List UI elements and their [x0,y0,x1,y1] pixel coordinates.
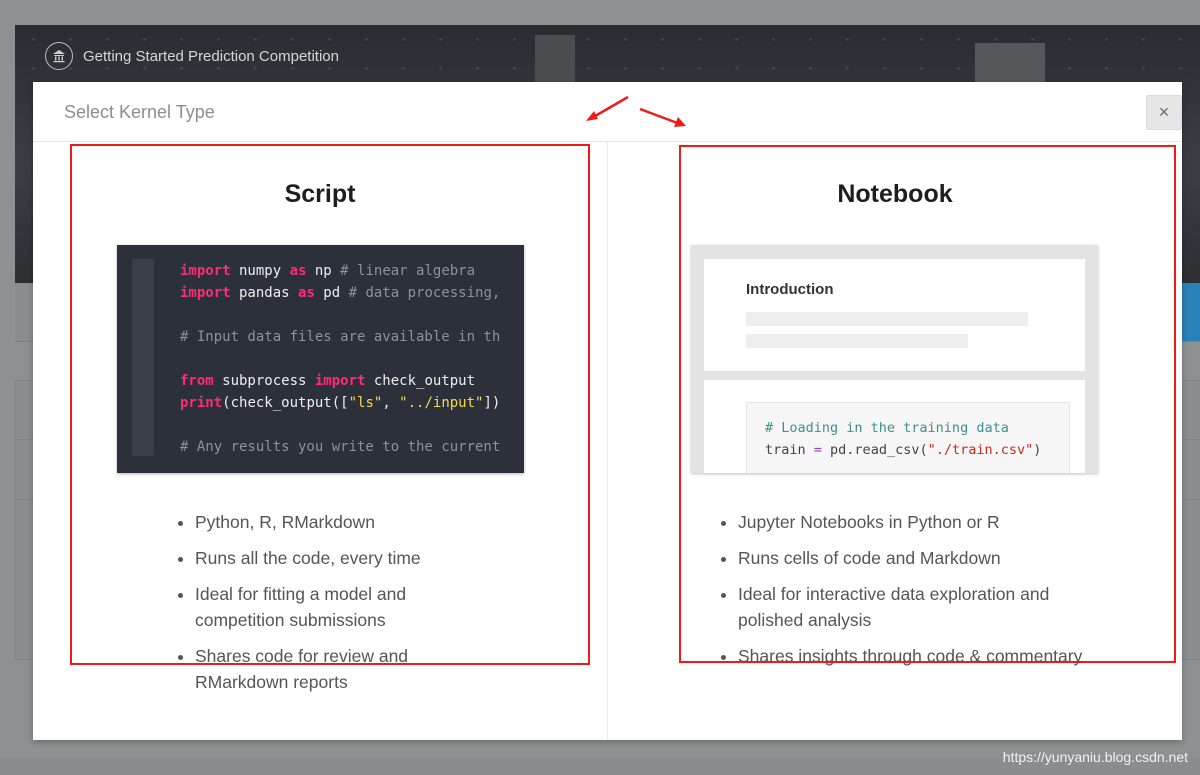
notebook-intro-heading: Introduction [746,281,834,298]
close-icon: × [1158,102,1170,122]
code-token: # Any results you write to the current [180,439,501,455]
notebook-code-cell: # Loading in the training data train = pd… [704,380,1085,473]
watermark-text: https://yunyaniu.blog.csdn.net [1002,749,1188,765]
code-line: # Input data files are available in th [180,326,500,348]
code-token: pd [314,285,349,301]
feature-item: Shares insights through code & commentar… [738,643,1098,669]
code-token: subprocess [213,373,315,389]
notebook-title: Notebook [837,180,953,208]
competition-type-text: Getting Started Prediction Competition [83,47,339,65]
code-token: check_output [365,373,476,389]
code-token: # Input data files are available in th [180,329,501,345]
notebook-markdown-cell: Introduction [704,259,1085,371]
code-token: # data processing, [348,285,501,301]
feature-item: Shares code for review and RMarkdown rep… [195,643,485,695]
code-line: print(check_output(["ls", "../input"]) [180,392,500,414]
code-token: import [314,373,366,389]
code-token: from [180,373,214,389]
code-token: = [813,442,822,458]
feature-item: Jupyter Notebooks in Python or R [738,509,1098,535]
script-code-block: import numpy as np # linear algebra impor… [180,260,500,458]
code-token: import [180,285,231,301]
select-kernel-type-modal: Select Kernel Type × Script import numpy… [33,82,1182,740]
code-line: import pandas as pd # data processing, [180,282,500,304]
code-token: print [180,395,223,411]
modal-title: Select Kernel Type [64,102,215,122]
notebook-code-box: # Loading in the training data train = pd… [746,402,1070,473]
background-action-button [1182,283,1200,341]
code-token: ]) [483,395,501,411]
code-token: as [289,263,307,279]
code-token: (check_output([ [222,395,349,411]
code-line: # Any results you write to the current [180,436,500,458]
code-token: "../input" [399,395,484,411]
code-line: from subprocess import check_output [180,370,500,392]
code-line: # Loading in the training data [765,417,1041,439]
code-token: ) [1033,442,1042,458]
code-token: # linear algebra [340,263,476,279]
code-token: "./train.csv" [927,442,1034,458]
feature-item: Ideal for interactive data exploration a… [738,581,1098,633]
code-token: import [180,263,231,279]
feature-item: Ideal for fitting a model and competitio… [195,581,485,633]
code-gutter [132,259,154,456]
code-token: "ls" [348,395,383,411]
placeholder-text-line [746,312,1028,326]
code-token: as [298,285,315,301]
notebook-preview: Introduction # Loading in the training d… [691,245,1098,473]
notebook-option[interactable]: Notebook Introduction # Loading in the t… [608,142,1182,740]
script-option[interactable]: Script import numpy as np # linear algeb… [33,142,607,740]
feature-item: Runs cells of code and Markdown [738,545,1098,571]
script-code-preview: import numpy as np # linear algebra impor… [117,245,524,473]
code-token: pd.read_csv( [821,442,928,458]
modal-header: Select Kernel Type × [33,82,1182,142]
close-button[interactable]: × [1146,95,1182,130]
code-token: numpy [230,263,290,279]
code-token: , [382,395,400,411]
code-token: train [765,442,814,458]
feature-item: Runs all the code, every time [195,545,485,571]
placeholder-text-line [746,334,968,348]
script-title: Script [284,180,356,208]
code-token: pandas [230,285,299,301]
feature-item: Python, R, RMarkdown [195,509,485,535]
code-line: train = pd.read_csv("./train.csv") [765,439,1041,461]
bank-icon [45,42,73,70]
script-feature-list: Python, R, RMarkdown Runs all the code, e… [175,509,485,705]
notebook-feature-list: Jupyter Notebooks in Python or R Runs cel… [718,509,1098,679]
competition-type-label: Getting Started Prediction Competition [45,42,339,70]
code-token: # Loading in the training data [765,420,1009,436]
code-token: np [306,263,341,279]
code-line: import numpy as np # linear algebra [180,260,500,282]
notebook-code-block: # Loading in the training data train = pd… [765,417,1041,461]
